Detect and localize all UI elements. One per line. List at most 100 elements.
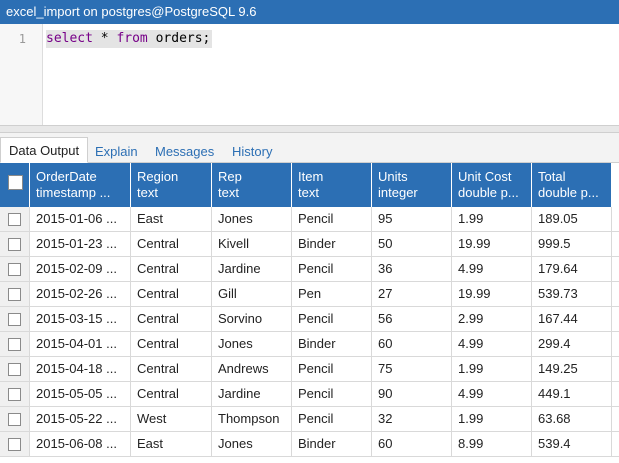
table-cell[interactable]: 60: [372, 332, 452, 356]
table-cell[interactable]: East: [131, 207, 212, 231]
table-cell[interactable]: 1.99: [452, 407, 532, 431]
select-all-checkbox[interactable]: [8, 175, 23, 190]
table-cell[interactable]: 2015-06-08 ...: [30, 432, 131, 456]
table-cell[interactable]: 299.4: [532, 332, 612, 356]
table-cell[interactable]: 149.25: [532, 357, 612, 381]
table-cell[interactable]: Pencil: [292, 382, 372, 406]
table-cell[interactable]: Jardine: [212, 257, 292, 281]
table-cell[interactable]: 2015-01-23 ...: [30, 232, 131, 256]
table-cell[interactable]: 60: [372, 432, 452, 456]
column-header[interactable]: OrderDate timestamp ...: [30, 163, 131, 207]
column-header[interactable]: Rep text: [212, 163, 292, 207]
table-cell[interactable]: Central: [131, 307, 212, 331]
table-cell[interactable]: Pen: [292, 282, 372, 306]
column-header[interactable]: Item text: [292, 163, 372, 207]
row-select[interactable]: [0, 357, 30, 381]
table-cell[interactable]: 2015-02-09 ...: [30, 257, 131, 281]
query-text[interactable]: select * from orders;: [46, 30, 213, 48]
row-checkbox[interactable]: [8, 313, 21, 326]
table-cell[interactable]: East: [131, 432, 212, 456]
table-cell[interactable]: 1.99: [452, 207, 532, 231]
table-cell[interactable]: 179.64: [532, 257, 612, 281]
row-select[interactable]: [0, 332, 30, 356]
table-cell[interactable]: 95: [372, 207, 452, 231]
table-cell[interactable]: 1.99: [452, 357, 532, 381]
table-row[interactable]: 2015-02-09 ... Central Jardine Pencil 36 4.99…: [0, 257, 619, 282]
tab-history[interactable]: History: [224, 139, 280, 163]
row-select[interactable]: [0, 307, 30, 331]
table-cell[interactable]: Jones: [212, 332, 292, 356]
table-cell[interactable]: Binder: [292, 432, 372, 456]
table-row[interactable]: 2015-02-26 ... Central Gill Pen 27 19.99 539.7…: [0, 282, 619, 307]
table-cell[interactable]: 539.4: [532, 432, 612, 456]
table-cell[interactable]: Central: [131, 332, 212, 356]
table-cell[interactable]: 189.05: [532, 207, 612, 231]
table-cell[interactable]: Thompson: [212, 407, 292, 431]
row-checkbox[interactable]: [8, 413, 21, 426]
row-checkbox[interactable]: [8, 288, 21, 301]
table-cell[interactable]: Central: [131, 232, 212, 256]
tab-explain[interactable]: Explain: [87, 139, 146, 163]
table-cell[interactable]: 167.44: [532, 307, 612, 331]
row-checkbox[interactable]: [8, 338, 21, 351]
table-cell[interactable]: 2015-05-05 ...: [30, 382, 131, 406]
column-header[interactable]: Region text: [131, 163, 212, 207]
table-cell[interactable]: 449.1: [532, 382, 612, 406]
table-cell[interactable]: 2015-01-06 ...: [30, 207, 131, 231]
table-cell[interactable]: 539.73: [532, 282, 612, 306]
table-row[interactable]: 2015-01-23 ... Central Kivell Binder 50 19.99…: [0, 232, 619, 257]
row-checkbox[interactable]: [8, 388, 21, 401]
table-cell[interactable]: 2015-05-22 ...: [30, 407, 131, 431]
row-select[interactable]: [0, 257, 30, 281]
table-cell[interactable]: 2015-04-01 ...: [30, 332, 131, 356]
panel-splitter[interactable]: [0, 125, 619, 133]
tab-messages[interactable]: Messages: [147, 139, 222, 163]
header-select-all[interactable]: [0, 163, 30, 207]
row-select[interactable]: [0, 432, 30, 456]
table-cell[interactable]: Central: [131, 282, 212, 306]
table-cell[interactable]: 4.99: [452, 257, 532, 281]
table-cell[interactable]: 56: [372, 307, 452, 331]
table-cell[interactable]: Jones: [212, 432, 292, 456]
table-cell[interactable]: 2015-02-26 ...: [30, 282, 131, 306]
table-row[interactable]: 2015-05-22 ... West Thompson Pencil 32 1.99 63…: [0, 407, 619, 432]
table-cell[interactable]: 75: [372, 357, 452, 381]
table-cell[interactable]: 19.99: [452, 282, 532, 306]
table-cell[interactable]: Pencil: [292, 207, 372, 231]
row-select[interactable]: [0, 232, 30, 256]
table-row[interactable]: 2015-05-05 ... Central Jardine Pencil 90 4.99…: [0, 382, 619, 407]
table-row[interactable]: 2015-03-15 ... Central Sorvino Pencil 56 2.99…: [0, 307, 619, 332]
table-cell[interactable]: Pencil: [292, 357, 372, 381]
table-cell[interactable]: Kivell: [212, 232, 292, 256]
row-checkbox[interactable]: [8, 438, 21, 451]
table-cell[interactable]: 32: [372, 407, 452, 431]
table-row[interactable]: 2015-01-06 ... East Jones Pencil 95 1.99 189.0…: [0, 207, 619, 232]
table-cell[interactable]: Pencil: [292, 257, 372, 281]
row-checkbox[interactable]: [8, 213, 21, 226]
table-cell[interactable]: 19.99: [452, 232, 532, 256]
row-checkbox[interactable]: [8, 238, 21, 251]
table-cell[interactable]: 2015-03-15 ...: [30, 307, 131, 331]
table-cell[interactable]: 36: [372, 257, 452, 281]
row-checkbox[interactable]: [8, 263, 21, 276]
query-editor[interactable]: 1 select * from orders;: [0, 24, 619, 125]
table-cell[interactable]: Jones: [212, 207, 292, 231]
row-select[interactable]: [0, 382, 30, 406]
table-cell[interactable]: 2015-04-18 ...: [30, 357, 131, 381]
table-cell[interactable]: 4.99: [452, 382, 532, 406]
table-cell[interactable]: West: [131, 407, 212, 431]
table-row[interactable]: 2015-06-08 ... East Jones Binder 60 8.99 539.4: [0, 432, 619, 457]
table-cell[interactable]: 50: [372, 232, 452, 256]
table-cell[interactable]: Central: [131, 357, 212, 381]
tab-data-output[interactable]: Data Output: [0, 137, 89, 163]
table-cell[interactable]: Binder: [292, 332, 372, 356]
table-cell[interactable]: Gill: [212, 282, 292, 306]
table-cell[interactable]: 2.99: [452, 307, 532, 331]
column-header[interactable]: Unit Cost double p...: [452, 163, 532, 207]
table-cell[interactable]: Central: [131, 257, 212, 281]
table-cell[interactable]: Andrews: [212, 357, 292, 381]
row-select[interactable]: [0, 207, 30, 231]
row-select[interactable]: [0, 407, 30, 431]
column-header[interactable]: Units integer: [372, 163, 452, 207]
table-cell[interactable]: 90: [372, 382, 452, 406]
